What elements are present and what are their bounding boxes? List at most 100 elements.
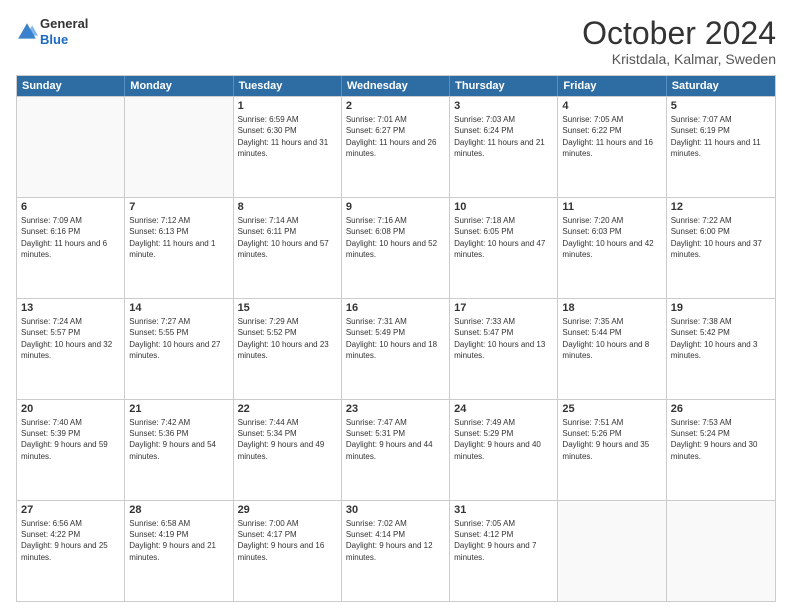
logo: General Blue	[16, 16, 88, 47]
calendar-row-1: 1Sunrise: 6:59 AM Sunset: 6:30 PM Daylig…	[17, 96, 775, 197]
calendar-cell: 27 Sunrise: 6:56 AM Sunset: 4:22 PM Dayli…	[17, 501, 125, 601]
calendar-cell: 9 Sunrise: 7:16 AM Sunset: 6:08 PM Daylig…	[342, 198, 450, 298]
calendar-cell: 19 Sunrise: 7:38 AM Sunset: 5:42 PM Dayli…	[667, 299, 775, 399]
cell-sun-info: Sunrise: 7:51 AM Sunset: 5:26 PM Dayligh…	[562, 417, 661, 462]
header-day-saturday: Saturday	[667, 76, 775, 96]
cell-sun-info: Sunrise: 7:18 AM Sunset: 6:05 PM Dayligh…	[454, 215, 553, 260]
calendar-cell: 24 Sunrise: 7:49 AM Sunset: 5:29 PM Dayli…	[450, 400, 558, 500]
calendar-body: 1Sunrise: 6:59 AM Sunset: 6:30 PM Daylig…	[17, 96, 775, 601]
calendar-cell: 4 Sunrise: 7:05 AM Sunset: 6:22 PM Daylig…	[558, 97, 666, 197]
day-number: 21	[129, 403, 228, 415]
calendar-cell: 26Sunrise: 7:53 AM Sunset: 5:24 PM Dayli…	[667, 400, 775, 500]
day-number: 10	[454, 201, 553, 213]
cell-sun-info: Sunrise: 7:49 AM Sunset: 5:29 PM Dayligh…	[454, 417, 553, 462]
page: General Blue October 2024 Kristdala, Kal…	[0, 0, 792, 612]
calendar-cell: 28Sunrise: 6:58 AM Sunset: 4:19 PM Dayli…	[125, 501, 233, 601]
calendar-cell: 1Sunrise: 6:59 AM Sunset: 6:30 PM Daylig…	[234, 97, 342, 197]
day-number: 18	[562, 302, 661, 314]
calendar-cell: 11 Sunrise: 7:20 AM Sunset: 6:03 PM Dayli…	[558, 198, 666, 298]
cell-sun-info: Sunrise: 7:38 AM Sunset: 5:42 PM Dayligh…	[671, 316, 771, 361]
cell-sun-info: Sunrise: 7:16 AM Sunset: 6:08 PM Dayligh…	[346, 215, 445, 260]
cell-sun-info: Sunrise: 7:22 AM Sunset: 6:00 PM Dayligh…	[671, 215, 771, 260]
day-number: 17	[454, 302, 553, 314]
header-day-tuesday: Tuesday	[234, 76, 342, 96]
day-number: 2	[346, 100, 445, 112]
calendar-cell: 13Sunrise: 7:24 AM Sunset: 5:57 PM Dayli…	[17, 299, 125, 399]
day-number: 20	[21, 403, 120, 415]
calendar-cell: 20 Sunrise: 7:40 AM Sunset: 5:39 PM Dayli…	[17, 400, 125, 500]
calendar-cell: 18 Sunrise: 7:35 AM Sunset: 5:44 PM Dayli…	[558, 299, 666, 399]
calendar-row-2: 6Sunrise: 7:09 AM Sunset: 6:16 PM Daylig…	[17, 197, 775, 298]
day-number: 22	[238, 403, 337, 415]
calendar-cell: 2 Sunrise: 7:01 AM Sunset: 6:27 PM Daylig…	[342, 97, 450, 197]
calendar-cell: 22 Sunrise: 7:44 AM Sunset: 5:34 PM Dayli…	[234, 400, 342, 500]
header-day-wednesday: Wednesday	[342, 76, 450, 96]
logo-blue: Blue	[40, 32, 88, 48]
day-number: 12	[671, 201, 771, 213]
calendar-cell: 7 Sunrise: 7:12 AM Sunset: 6:13 PM Daylig…	[125, 198, 233, 298]
calendar-cell	[17, 97, 125, 197]
calendar-cell: 17 Sunrise: 7:33 AM Sunset: 5:47 PM Dayli…	[450, 299, 558, 399]
calendar-cell: 12 Sunrise: 7:22 AM Sunset: 6:00 PM Dayli…	[667, 198, 775, 298]
cell-sun-info: Sunrise: 7:09 AM Sunset: 6:16 PM Dayligh…	[21, 215, 120, 260]
cell-sun-info: Sunrise: 7:01 AM Sunset: 6:27 PM Dayligh…	[346, 114, 445, 159]
calendar-cell: 16Sunrise: 7:31 AM Sunset: 5:49 PM Dayli…	[342, 299, 450, 399]
day-number: 29	[238, 504, 337, 516]
calendar-cell: 10 Sunrise: 7:18 AM Sunset: 6:05 PM Dayli…	[450, 198, 558, 298]
cell-sun-info: Sunrise: 7:05 AM Sunset: 6:22 PM Dayligh…	[562, 114, 661, 159]
calendar-cell: 8Sunrise: 7:14 AM Sunset: 6:11 PM Daylig…	[234, 198, 342, 298]
cell-sun-info: Sunrise: 7:00 AM Sunset: 4:17 PM Dayligh…	[238, 518, 337, 563]
cell-sun-info: Sunrise: 7:44 AM Sunset: 5:34 PM Dayligh…	[238, 417, 337, 462]
calendar-cell: 21 Sunrise: 7:42 AM Sunset: 5:36 PM Dayli…	[125, 400, 233, 500]
header-day-friday: Friday	[558, 76, 666, 96]
day-number: 28	[129, 504, 228, 516]
day-number: 9	[346, 201, 445, 213]
cell-sun-info: Sunrise: 7:12 AM Sunset: 6:13 PM Dayligh…	[129, 215, 228, 260]
day-number: 11	[562, 201, 661, 213]
calendar-cell: 3 Sunrise: 7:03 AM Sunset: 6:24 PM Daylig…	[450, 97, 558, 197]
day-number: 3	[454, 100, 553, 112]
calendar-header: SundayMondayTuesdayWednesdayThursdayFrid…	[17, 76, 775, 96]
cell-sun-info: Sunrise: 7:20 AM Sunset: 6:03 PM Dayligh…	[562, 215, 661, 260]
cell-sun-info: Sunrise: 7:47 AM Sunset: 5:31 PM Dayligh…	[346, 417, 445, 462]
day-number: 5	[671, 100, 771, 112]
day-number: 19	[671, 302, 771, 314]
calendar-cell: 14 Sunrise: 7:27 AM Sunset: 5:55 PM Dayli…	[125, 299, 233, 399]
calendar-row-3: 13Sunrise: 7:24 AM Sunset: 5:57 PM Dayli…	[17, 298, 775, 399]
cell-sun-info: Sunrise: 7:03 AM Sunset: 6:24 PM Dayligh…	[454, 114, 553, 159]
day-number: 4	[562, 100, 661, 112]
cell-sun-info: Sunrise: 7:27 AM Sunset: 5:55 PM Dayligh…	[129, 316, 228, 361]
day-number: 14	[129, 302, 228, 314]
day-number: 8	[238, 201, 337, 213]
calendar-cell: 6Sunrise: 7:09 AM Sunset: 6:16 PM Daylig…	[17, 198, 125, 298]
cell-sun-info: Sunrise: 7:02 AM Sunset: 4:14 PM Dayligh…	[346, 518, 445, 563]
cell-sun-info: Sunrise: 7:42 AM Sunset: 5:36 PM Dayligh…	[129, 417, 228, 462]
day-number: 24	[454, 403, 553, 415]
cell-sun-info: Sunrise: 7:35 AM Sunset: 5:44 PM Dayligh…	[562, 316, 661, 361]
calendar-cell: 25 Sunrise: 7:51 AM Sunset: 5:26 PM Dayli…	[558, 400, 666, 500]
calendar-cell: 29 Sunrise: 7:00 AM Sunset: 4:17 PM Dayli…	[234, 501, 342, 601]
cell-sun-info: Sunrise: 7:33 AM Sunset: 5:47 PM Dayligh…	[454, 316, 553, 361]
calendar-cell: 15Sunrise: 7:29 AM Sunset: 5:52 PM Dayli…	[234, 299, 342, 399]
day-number: 16	[346, 302, 445, 314]
day-number: 15	[238, 302, 337, 314]
cell-sun-info: Sunrise: 6:59 AM Sunset: 6:30 PM Dayligh…	[238, 114, 337, 159]
cell-sun-info: Sunrise: 7:24 AM Sunset: 5:57 PM Dayligh…	[21, 316, 120, 361]
cell-sun-info: Sunrise: 6:56 AM Sunset: 4:22 PM Dayligh…	[21, 518, 120, 563]
cell-sun-info: Sunrise: 7:07 AM Sunset: 6:19 PM Dayligh…	[671, 114, 771, 159]
calendar: SundayMondayTuesdayWednesdayThursdayFrid…	[16, 75, 776, 602]
title-block: October 2024 Kristdala, Kalmar, Sweden	[582, 16, 776, 67]
header-day-thursday: Thursday	[450, 76, 558, 96]
day-number: 30	[346, 504, 445, 516]
calendar-cell: 5 Sunrise: 7:07 AM Sunset: 6:19 PM Daylig…	[667, 97, 775, 197]
cell-sun-info: Sunrise: 7:40 AM Sunset: 5:39 PM Dayligh…	[21, 417, 120, 462]
day-number: 25	[562, 403, 661, 415]
logo-general: General	[40, 16, 88, 32]
calendar-cell	[667, 501, 775, 601]
day-number: 27	[21, 504, 120, 516]
day-number: 23	[346, 403, 445, 415]
logo-icon	[16, 21, 38, 43]
day-number: 26	[671, 403, 771, 415]
day-number: 7	[129, 201, 228, 213]
calendar-cell: 31Sunrise: 7:05 AM Sunset: 4:12 PM Dayli…	[450, 501, 558, 601]
